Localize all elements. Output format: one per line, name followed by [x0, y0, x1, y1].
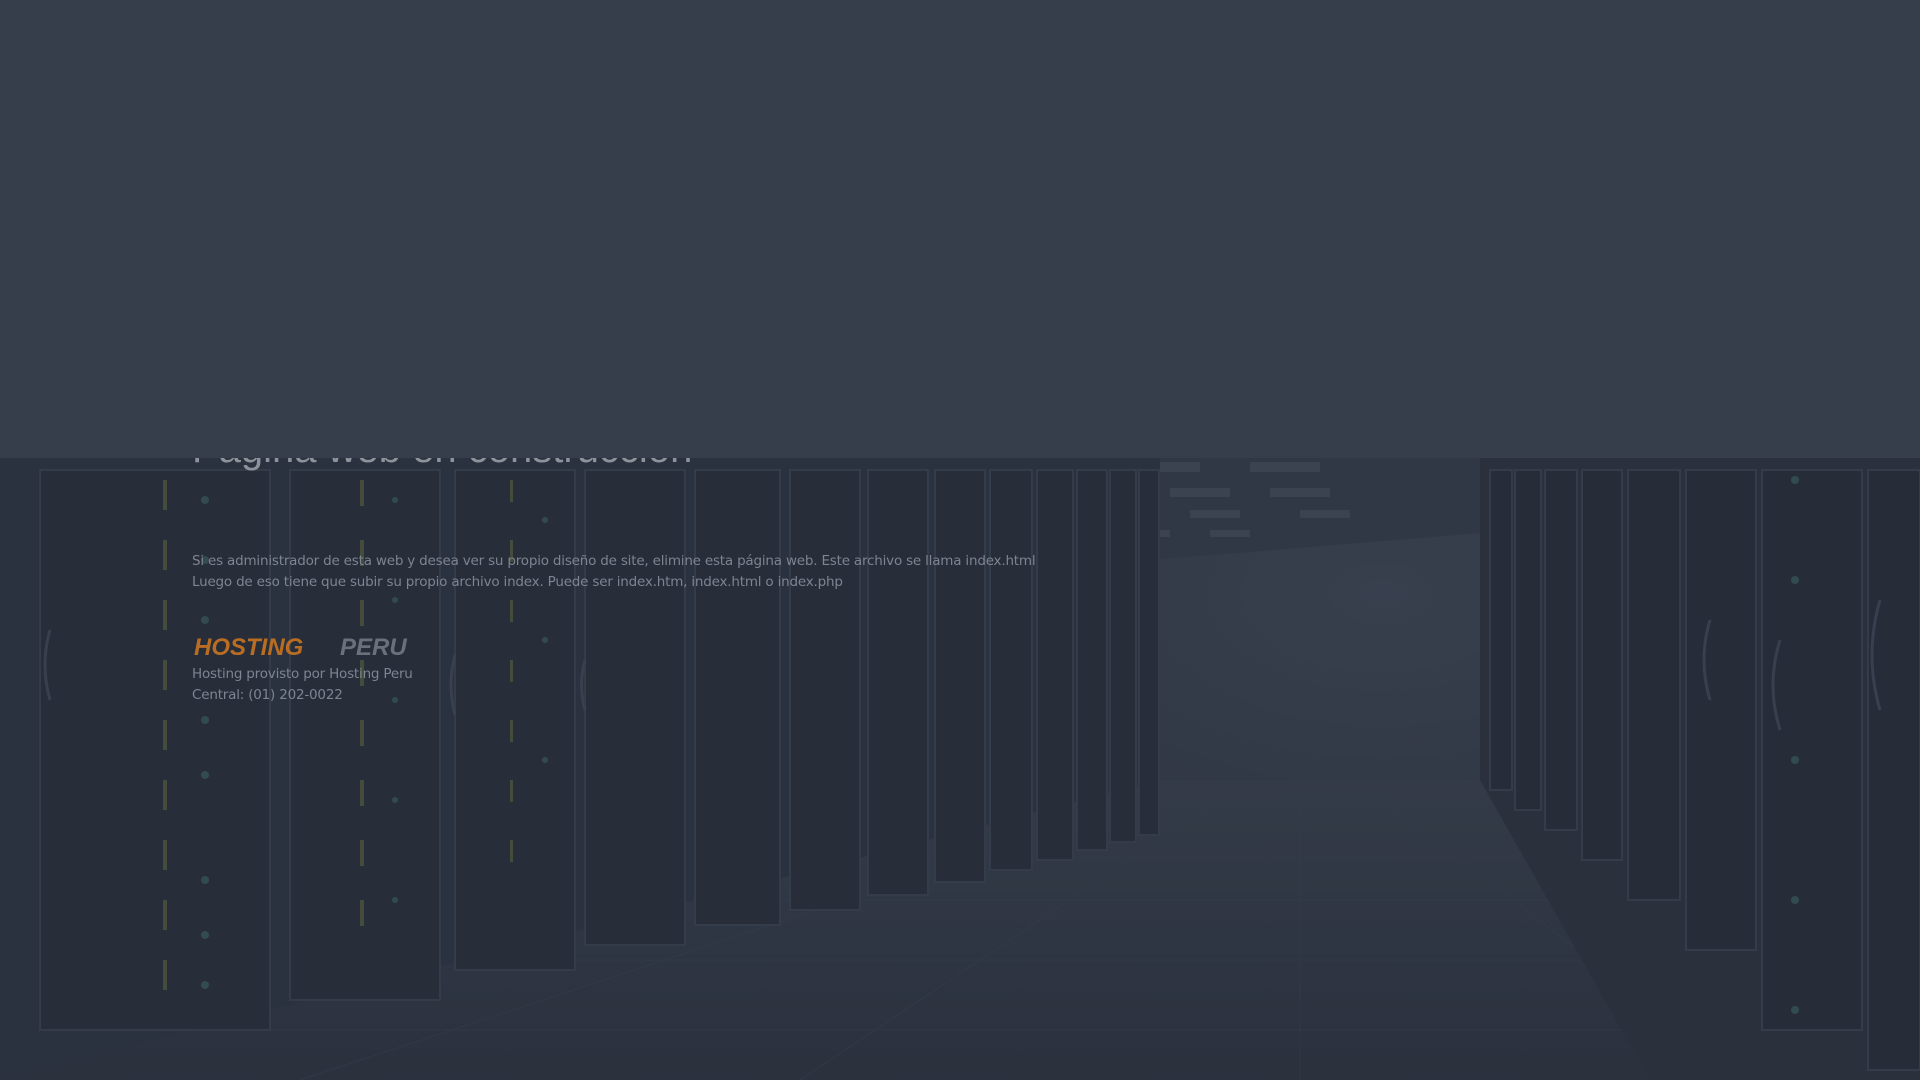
instructions-text: Si es administrador de esta web y desea …: [192, 551, 1092, 593]
provided-by-text: Hosting provisto por Hosting Peru: [192, 666, 413, 682]
instructions-line-2: Luego de eso tiene que subir su propio a…: [192, 574, 843, 590]
page: Página web en construcción Si es adminis…: [0, 0, 1920, 1080]
logo-text-peru: PERU: [340, 634, 407, 660]
hosting-peru-logo[interactable]: HOSTING PERU: [192, 634, 432, 660]
logo-text-hosting: HOSTING: [194, 634, 303, 660]
top-overlay-band: [0, 0, 1920, 458]
hosting-brand-block: HOSTING PERU Hosting provisto por Hostin…: [192, 634, 432, 706]
instructions-line-1: Si es administrador de esta web y desea …: [192, 553, 1036, 569]
phone-text: Central: (01) 202-0022: [192, 687, 343, 703]
hosting-info: Hosting provisto por Hosting Peru Centra…: [192, 664, 432, 706]
